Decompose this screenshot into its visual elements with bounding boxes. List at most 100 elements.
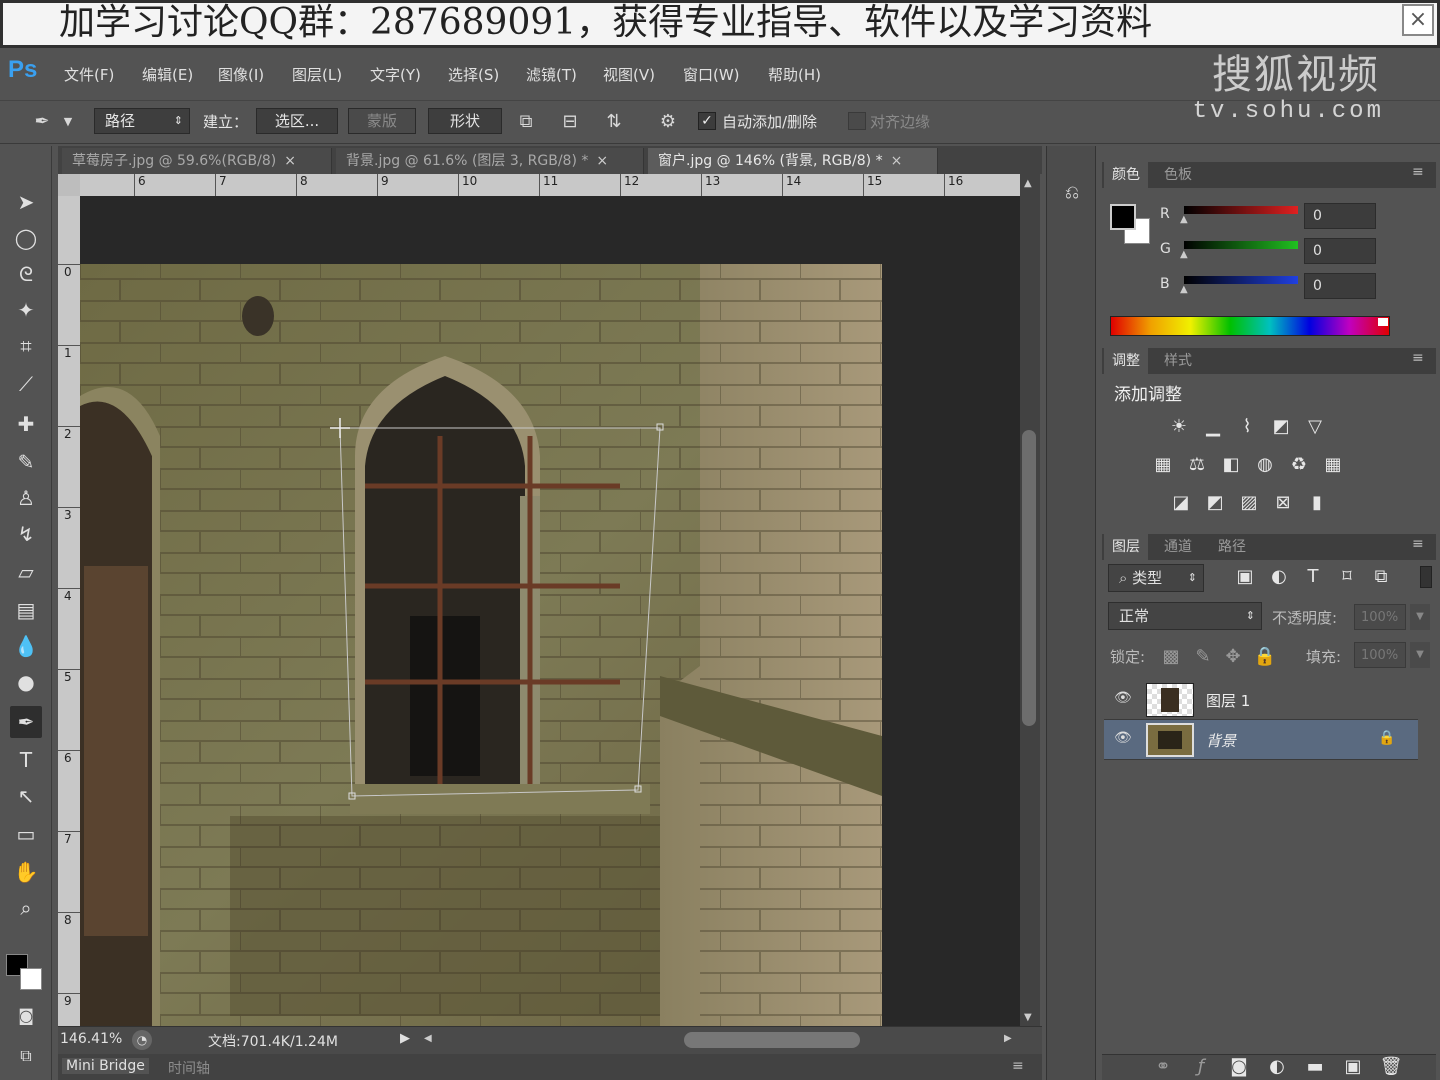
tab-layers[interactable]: 图层 [1104,534,1148,560]
filter-type-icon[interactable]: T [1300,564,1326,590]
zoom-level[interactable]: 146.41% [60,1031,122,1047]
mode-select[interactable]: 路径 ⇕ [94,108,190,134]
fill-input[interactable]: 100% [1354,642,1406,668]
tab-swatches[interactable]: 色板 [1156,162,1200,188]
tab-doc-2[interactable]: 背景.jpg @ 61.6% (图层 3, RGB/8) * × [336,148,644,174]
close-icon[interactable]: × [284,153,296,169]
channel-g-slider[interactable] [1184,241,1298,249]
foreground-color-chip[interactable] [1110,204,1136,230]
channel-b-slider[interactable] [1184,276,1298,284]
link-layers-icon[interactable]: ⚭ [1150,1054,1176,1080]
canvas-area[interactable] [80,196,1020,1026]
eye-icon[interactable]: 👁 [1114,730,1132,746]
menu-layer[interactable]: 图层(L) [292,64,342,85]
layer-filter-select[interactable]: ⌕ 类型 ⇕ [1108,564,1204,592]
history-panel-icon[interactable]: ⎌ [1060,182,1084,210]
hue-saturation-icon[interactable]: ▦ [1150,452,1176,478]
type-tool-icon[interactable]: T [10,744,42,776]
crop-tool-icon[interactable]: ⌗ [10,330,42,362]
filter-toggle[interactable] [1420,566,1432,588]
screen-mode-icon[interactable]: ⧉ [10,1040,42,1072]
slider-handle-icon[interactable]: ▲ [1180,249,1188,260]
ruler-origin[interactable] [58,174,80,196]
pen-tool-preset-icon[interactable]: ✒ [28,108,56,136]
channel-mixer-icon[interactable]: ♻ [1286,452,1312,478]
panel-menu-icon[interactable]: ≡ [1412,536,1424,552]
banner-close-button[interactable]: × [1402,4,1434,36]
color-spectrum-bar[interactable] [1110,316,1390,336]
blend-mode-select[interactable]: 正常 ⇕ [1108,602,1262,630]
zoom-tool-icon[interactable]: ⌕ [10,892,42,924]
tab-channels[interactable]: 通道 [1156,534,1200,560]
channel-b-input[interactable]: 0 [1304,273,1376,299]
brightness-icon[interactable]: ☀ [1166,414,1192,440]
slider-handle-icon[interactable]: ▲ [1180,284,1188,295]
tab-mini-bridge[interactable]: Mini Bridge [62,1058,149,1074]
gradient-map-icon[interactable]: ▮ [1304,490,1330,516]
magic-wand-tool-icon[interactable]: ✦ [10,294,42,326]
lock-transparency-icon[interactable]: ▩ [1158,644,1184,670]
lock-all-icon[interactable]: 🔒 [1252,644,1278,670]
menu-type[interactable]: 文字(Y) [370,64,421,85]
channel-r-input[interactable]: 0 [1304,203,1376,229]
tab-timeline[interactable]: 时间轴 [168,1058,210,1078]
horizontal-scroll-thumb[interactable] [684,1032,860,1048]
menu-image[interactable]: 图像(I) [218,64,264,85]
chevron-down-icon[interactable]: ▼ [58,108,78,136]
eraser-tool-icon[interactable]: ▱ [10,556,42,588]
make-mask-button[interactable]: 蒙版 [348,108,416,134]
align-edges-checkbox[interactable] [848,112,866,130]
color-lookup-icon[interactable]: ▦ [1320,452,1346,478]
chevron-down-icon[interactable]: ▼ [1410,604,1430,630]
channel-r-slider[interactable] [1184,206,1298,214]
rectangle-tool-icon[interactable]: ▭ [10,818,42,850]
menu-view[interactable]: 视图(V) [603,64,655,85]
fx-icon[interactable]: ƒ [1188,1054,1214,1080]
move-tool-icon[interactable]: ➤ [10,186,42,218]
tab-doc-3[interactable]: 窗户.jpg @ 146% (背景, RGB/8) * × [648,148,938,174]
selective-color-icon[interactable]: ⊠ [1270,490,1296,516]
filter-shape-icon[interactable]: ⌑ [1334,564,1360,590]
scroll-up-icon[interactable]: ▲ [1024,178,1032,189]
layer-thumbnail[interactable] [1146,683,1194,717]
scroll-right-icon[interactable]: ▶ [1004,1033,1012,1044]
tab-color[interactable]: 颜色 [1104,162,1148,188]
channel-g-input[interactable]: 0 [1304,238,1376,264]
eyedropper-tool-icon[interactable]: ⟋ [10,368,42,400]
photo-filter-icon[interactable]: ◍ [1252,452,1278,478]
invert-icon[interactable]: ◪ [1168,490,1194,516]
history-brush-tool-icon[interactable]: ↯ [10,518,42,550]
curves-icon[interactable]: ⌇ [1234,414,1260,440]
layer-thumbnail[interactable] [1146,723,1194,757]
path-alignment-icon[interactable]: ⊟ [556,108,584,136]
menu-file[interactable]: 文件(F) [64,64,114,85]
slider-handle-icon[interactable]: ▲ [1180,214,1188,225]
layer-name[interactable]: 背景 [1206,730,1236,751]
menu-window[interactable]: 窗口(W) [683,64,740,85]
filter-adjustment-icon[interactable]: ◐ [1266,564,1292,590]
auto-add-checkbox[interactable]: ✓ [698,112,716,130]
path-arrangement-icon[interactable]: ⇅ [600,108,628,136]
add-mask-icon[interactable]: ◙ [1226,1054,1252,1080]
menu-edit[interactable]: 编辑(E) [142,64,193,85]
tab-adjustments[interactable]: 调整 [1104,348,1148,374]
gradient-tool-icon[interactable]: ▤ [10,594,42,626]
make-shape-button[interactable]: 形状 [428,108,502,134]
new-adjustment-icon[interactable]: ◐ [1264,1054,1290,1080]
tab-paths[interactable]: 路径 [1210,534,1254,560]
quick-mask-icon[interactable]: ◙ [10,1000,42,1032]
black-white-icon[interactable]: ◧ [1218,452,1244,478]
background-color-swatch[interactable] [20,968,42,990]
share-icon[interactable]: ◔ [132,1030,152,1050]
menu-select[interactable]: 选择(S) [448,64,499,85]
document-image[interactable] [80,196,1020,1026]
panel-menu-icon[interactable]: ≡ [1012,1058,1024,1074]
threshold-icon[interactable]: ▨ [1236,490,1262,516]
new-layer-icon[interactable]: ▣ [1340,1054,1366,1080]
brush-tool-icon[interactable]: ✎ [10,446,42,478]
lock-position-icon[interactable]: ✥ [1220,644,1246,670]
blur-tool-icon[interactable]: 💧 [10,630,42,662]
vibrance-icon[interactable]: ▽ [1302,414,1328,440]
new-group-icon[interactable]: ▬ [1302,1054,1328,1080]
tab-styles[interactable]: 样式 [1156,348,1200,374]
